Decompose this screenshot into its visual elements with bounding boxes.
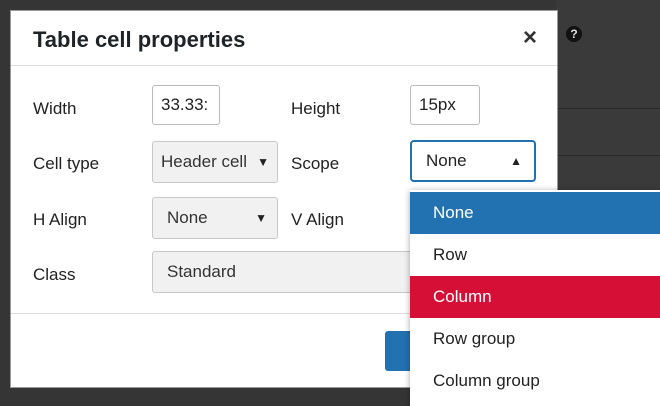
- v-align-label: V Align: [291, 210, 344, 229]
- h-align-select[interactable]: None ▼: [152, 197, 278, 239]
- height-input[interactable]: 15px: [410, 85, 480, 125]
- chevron-down-icon: ▼: [255, 211, 267, 225]
- height-label: Height: [291, 99, 341, 118]
- class-select[interactable]: Standard: [152, 251, 432, 293]
- h-align-value: None: [167, 208, 208, 227]
- dialog-header: Table cell properties ×: [11, 11, 557, 66]
- scope-label: Scope: [291, 154, 340, 173]
- chevron-up-icon: ▲: [510, 154, 522, 168]
- width-label: Width: [33, 99, 77, 118]
- cell-type-label: Cell type: [33, 154, 100, 173]
- class-value: Standard: [167, 262, 236, 281]
- h-align-label: H Align: [33, 210, 87, 229]
- option-column[interactable]: Column: [410, 276, 660, 318]
- close-icon[interactable]: ×: [517, 25, 543, 51]
- option-column-group[interactable]: Column group: [410, 360, 660, 402]
- class-label: Class: [33, 265, 76, 284]
- chevron-down-icon: ▼: [257, 155, 269, 169]
- option-none[interactable]: None: [410, 192, 660, 234]
- scope-select[interactable]: None ▲: [411, 141, 535, 181]
- scope-dropdown: None Row Column Row group Column group: [410, 190, 660, 406]
- width-input[interactable]: 33.33:: [152, 85, 220, 125]
- divider: [556, 108, 660, 109]
- cell-type-value: Header cell: [161, 152, 247, 171]
- cell-type-select[interactable]: Header cell ▼: [152, 141, 278, 183]
- option-row[interactable]: Row: [410, 234, 660, 276]
- dialog-title: Table cell properties: [33, 27, 246, 52]
- scope-value: None: [426, 151, 467, 170]
- divider: [556, 155, 660, 156]
- help-icon[interactable]: ?: [566, 26, 582, 42]
- option-row-group[interactable]: Row group: [410, 318, 660, 360]
